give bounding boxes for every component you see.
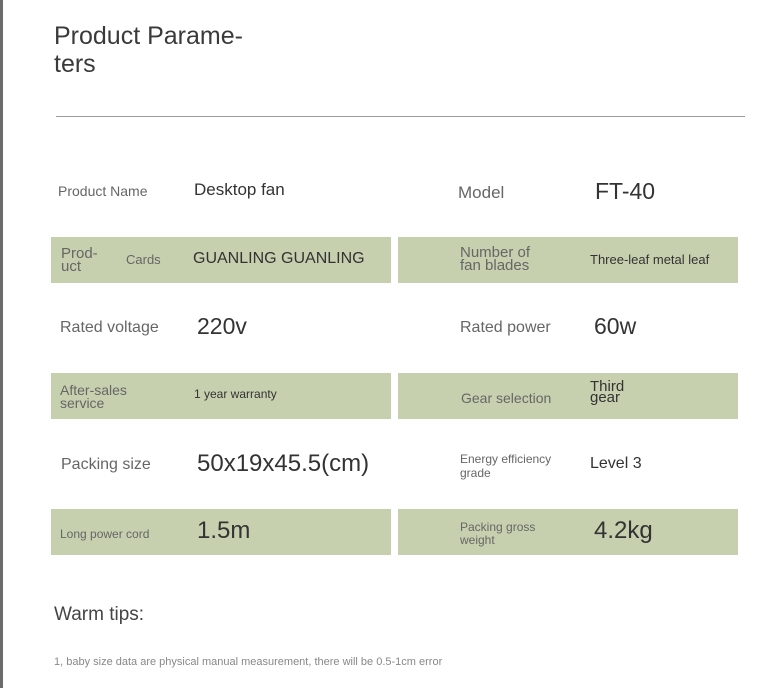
power-cord-value: 1.5m: [197, 517, 251, 544]
fan-blades-value: Three-leaf metal leaf: [590, 252, 710, 267]
packing-size-value: 50x19x45.5(cm): [197, 450, 370, 477]
rated-power-value: 60w: [594, 313, 637, 339]
fan-blades-label: Number of fan blades: [460, 244, 531, 274]
energy-grade-label: Energy efficiency grade: [460, 452, 552, 480]
model-label: Model: [458, 183, 505, 202]
model-value: FT-40: [595, 178, 656, 204]
product-cards-value: GUANLING GUANLING: [193, 250, 365, 267]
rated-power-label: Rated power: [460, 319, 551, 336]
warm-tip-item: 1, baby size data are physical manual me…: [54, 656, 443, 668]
warm-tips-title: Warm tips:: [54, 604, 145, 625]
left-edge-border: [0, 0, 3, 688]
band-row-4-right: [398, 373, 738, 419]
after-sales-value: 1 year warranty: [194, 387, 277, 401]
packing-size-label: Packing size: [61, 456, 151, 473]
gross-weight-label: Packing gross weight: [460, 520, 536, 547]
product-name-label: Product Name: [58, 183, 148, 199]
product-name-value: Desktop fan: [194, 180, 285, 199]
gear-selection-label: Gear selection: [461, 390, 552, 406]
energy-grade-value: Level 3: [590, 455, 642, 472]
page-title: Product Parame- ters: [54, 22, 243, 78]
rated-voltage-label: Rated voltage: [60, 319, 159, 336]
title-divider: [56, 116, 745, 117]
product-cards-sublabel: Cards: [126, 252, 161, 267]
gross-weight-value: 4.2kg: [594, 517, 653, 544]
rated-voltage-value: 220v: [197, 313, 247, 339]
band-row-6-right: [398, 509, 738, 555]
product-cards-label: Prod- uct: [61, 245, 98, 275]
power-cord-label: Long power cord: [60, 527, 150, 541]
after-sales-label: After-sales service: [60, 382, 127, 411]
gear-selection-value: Third gear: [590, 378, 625, 406]
